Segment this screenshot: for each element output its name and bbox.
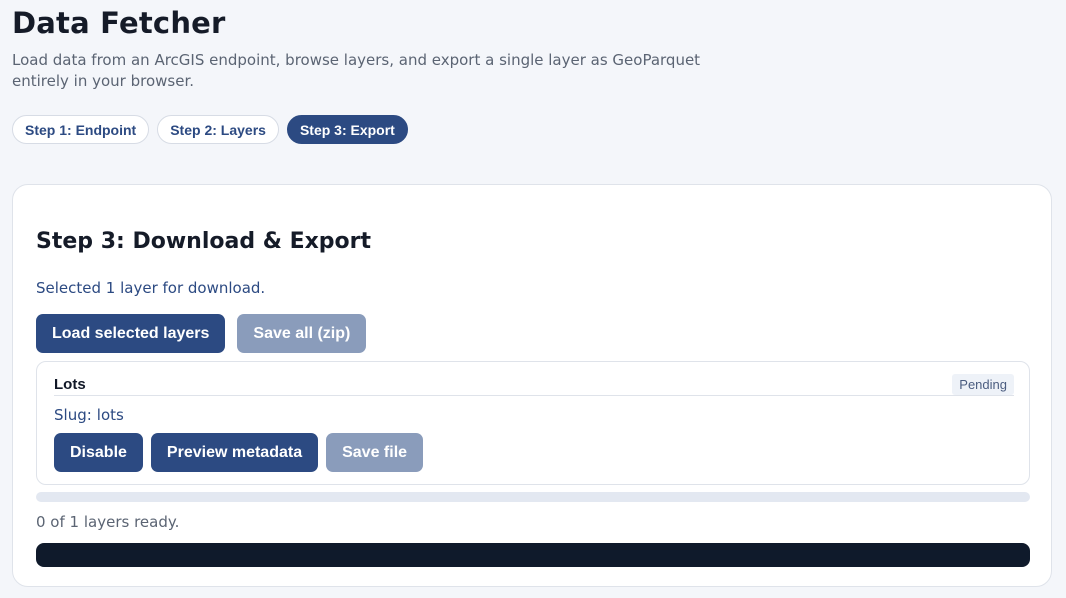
- page-subtitle: Load data from an ArcGIS endpoint, brows…: [12, 51, 701, 90]
- log-console: [36, 543, 1030, 567]
- save-file-button[interactable]: Save file: [326, 433, 424, 472]
- page: Data Fetcher Load data from an ArcGIS en…: [0, 0, 1066, 598]
- step-endpoint-tab[interactable]: Step 1: Endpoint: [12, 115, 150, 144]
- progress-bar: [36, 492, 1030, 502]
- layer-card-header: Lots Pending: [54, 372, 1014, 396]
- export-actions: Load selected layers Save all (zip): [36, 314, 367, 353]
- slug-label: Slug:: [54, 406, 92, 424]
- selected-layers-message: Selected 1 layer for download.: [36, 279, 266, 297]
- export-title: Step 3: Download & Export: [36, 229, 372, 254]
- export-card: Step 3: Download & Export Selected 1 lay…: [12, 184, 1052, 587]
- layer-name: Lots: [54, 376, 86, 393]
- layer-actions: Disable Preview metadata Save file: [54, 433, 424, 472]
- load-selected-layers-button[interactable]: Load selected layers: [36, 314, 226, 353]
- slug-value: lots: [96, 406, 124, 424]
- save-all-zip-button[interactable]: Save all (zip): [237, 314, 367, 353]
- status-badge: Pending: [952, 374, 1014, 395]
- page-title: Data Fetcher: [12, 6, 226, 40]
- layer-card: Lots Pending Slug: lots Disable Preview m…: [36, 361, 1030, 485]
- preview-metadata-button[interactable]: Preview metadata: [150, 433, 319, 472]
- step-nav: Step 1: Endpoint Step 2: Layers Step 3: …: [12, 115, 408, 144]
- layer-slug: Slug: lots: [54, 406, 124, 424]
- step-layers-tab[interactable]: Step 2: Layers: [157, 115, 279, 144]
- layers-ready-status: 0 of 1 layers ready.: [36, 513, 180, 531]
- disable-layer-button[interactable]: Disable: [54, 433, 143, 472]
- step-export-tab[interactable]: Step 3: Export: [286, 115, 408, 144]
